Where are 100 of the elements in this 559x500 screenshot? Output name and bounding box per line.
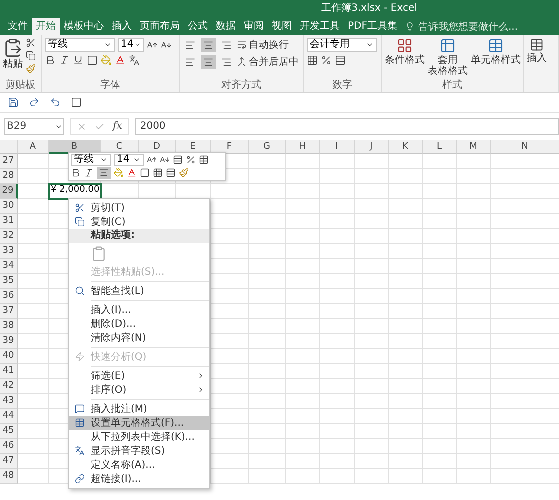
save-icon[interactable] — [8, 97, 19, 108]
row-header[interactable]: 34 — [0, 259, 18, 274]
italic-icon[interactable] — [84, 168, 94, 178]
search-icon[interactable] — [75, 286, 85, 296]
column-header[interactable]: G — [249, 140, 286, 154]
grow-font-icon[interactable] — [147, 40, 158, 50]
row-header[interactable]: 48 — [0, 469, 18, 484]
ribbon-tab[interactable]: 视图 — [268, 18, 296, 35]
paste-icon[interactable] — [3, 38, 23, 58]
column-header[interactable]: N — [491, 140, 559, 154]
number-format-field[interactable]: 会计专用 — [307, 38, 377, 52]
row-header[interactable]: 47 — [0, 454, 18, 469]
column-header[interactable]: F — [211, 140, 249, 154]
copy-icon[interactable] — [26, 51, 36, 61]
column-header[interactable]: K — [389, 140, 423, 154]
ribbon-tab[interactable]: 数据 — [212, 18, 240, 35]
menu-item[interactable]: 筛选(E) — [69, 369, 209, 383]
align-center-button[interactable] — [201, 55, 216, 69]
column-header[interactable]: J — [355, 140, 389, 154]
name-box[interactable]: B29 — [4, 118, 64, 135]
row-header[interactable]: 45 — [0, 424, 18, 439]
tell-me-field[interactable]: 告诉我您想要做什么... — [405, 18, 518, 35]
font-size-field[interactable]: 14 — [114, 154, 144, 166]
font-name-field[interactable]: 等线 — [45, 38, 115, 52]
menu-item[interactable]: 超链接(I)... — [69, 472, 209, 486]
row-header[interactable]: 32 — [0, 229, 18, 244]
column-header[interactable]: M — [457, 140, 491, 154]
menu-item[interactable]: 插入批注(M) — [69, 402, 209, 416]
row-header[interactable]: 39 — [0, 334, 18, 349]
menu-item[interactable]: 智能查找(L) — [69, 284, 209, 298]
column-header[interactable]: L — [423, 140, 457, 154]
row-header[interactable]: 31 — [0, 214, 18, 229]
menu-item[interactable]: 剪切(T) — [69, 201, 209, 215]
fill-color-icon[interactable] — [101, 55, 112, 66]
phonetic-icon[interactable] — [75, 446, 85, 456]
menu-item[interactable]: 显示拼音字段(S) — [69, 444, 209, 458]
menu-item[interactable]: 清除内容(N) — [69, 331, 209, 345]
wrap-text-button[interactable]: 自动换行 — [237, 38, 299, 52]
row-header[interactable]: 44 — [0, 409, 18, 424]
phonetic-icon[interactable] — [129, 55, 140, 66]
row-header[interactable]: 38 — [0, 319, 18, 334]
column-header[interactable]: B — [49, 140, 101, 154]
menu-item[interactable]: 复制(C) — [69, 215, 209, 229]
wrap-text-icon[interactable] — [237, 40, 247, 50]
insert-function-button[interactable]: fx — [113, 121, 122, 132]
row-header[interactable]: 30 — [0, 199, 18, 214]
menu-item[interactable]: 定义名称(A)... — [69, 458, 209, 472]
row-header[interactable]: 46 — [0, 439, 18, 454]
border-icon[interactable] — [140, 168, 150, 178]
ribbon-tab[interactable]: 插入 — [108, 18, 136, 35]
row-header[interactable]: 29 — [0, 184, 18, 199]
row-header[interactable]: 33 — [0, 244, 18, 259]
font-name-field[interactable]: 等线 — [71, 154, 111, 166]
italic-icon[interactable] — [59, 55, 70, 66]
shrink-font-icon[interactable] — [161, 40, 172, 50]
menu-item[interactable]: 设置单元格格式(F)... — [69, 416, 209, 430]
copy-icon[interactable] — [75, 217, 85, 227]
shrink-font-icon[interactable] — [160, 155, 170, 165]
merge-center-button[interactable]: 合并后居中 — [237, 55, 299, 69]
merge-icon[interactable] — [237, 57, 247, 67]
fill-color-icon[interactable] — [114, 168, 124, 178]
row-header[interactable]: 42 — [0, 379, 18, 394]
ribbon-tab[interactable]: 公式 — [184, 18, 212, 35]
link-icon[interactable] — [75, 474, 85, 484]
redo-icon[interactable] — [29, 97, 40, 108]
menu-item[interactable]: 从下拉列表中选择(K)... — [69, 430, 209, 444]
row-header[interactable]: 40 — [0, 349, 18, 364]
undo-icon[interactable] — [50, 97, 61, 108]
menu-item[interactable]: 插入(I)... — [69, 303, 209, 317]
menu-item[interactable]: 删除(D)... — [69, 317, 209, 331]
row-header[interactable]: 43 — [0, 394, 18, 409]
insert-cells-button[interactable]: 插入 — [527, 38, 547, 92]
bold-icon[interactable] — [45, 55, 56, 66]
center-align-button[interactable] — [97, 167, 111, 179]
column-header[interactable]: H — [286, 140, 320, 154]
ribbon-tab[interactable]: 页面布局 — [136, 18, 184, 35]
menu-item[interactable]: 排序(O) — [69, 383, 209, 397]
format-table-button[interactable]: 套用 表格格式 — [428, 38, 468, 80]
ribbon-tab[interactable]: 开始 — [32, 18, 60, 35]
font-color-icon[interactable] — [115, 55, 126, 66]
underline-icon[interactable] — [73, 55, 84, 66]
align-middle-button[interactable] — [201, 38, 216, 52]
percent-icon[interactable] — [186, 155, 196, 165]
font-size-field[interactable]: 14 — [118, 38, 144, 52]
cell-styles-button[interactable]: 单元格样式 — [471, 38, 521, 80]
column-header[interactable]: I — [320, 140, 355, 154]
column-header[interactable]: A — [18, 140, 49, 154]
formula-field[interactable]: 2000 — [135, 118, 559, 135]
paste-button[interactable]: 粘贴 — [3, 38, 23, 80]
border-icon[interactable] — [87, 55, 98, 66]
scissors-icon[interactable] — [26, 38, 36, 48]
row-header[interactable]: 37 — [0, 304, 18, 319]
row-header[interactable]: 27 — [0, 154, 18, 169]
font-color-icon[interactable] — [127, 168, 137, 178]
lightbulb-icon[interactable] — [405, 22, 416, 32]
scissors-icon[interactable] — [75, 203, 85, 213]
dropdown-icon[interactable] — [100, 156, 108, 164]
ribbon-tab[interactable]: 开发工具 — [296, 18, 344, 35]
ribbon-tab[interactable]: 文件 — [4, 18, 32, 35]
grow-font-icon[interactable] — [147, 155, 157, 165]
